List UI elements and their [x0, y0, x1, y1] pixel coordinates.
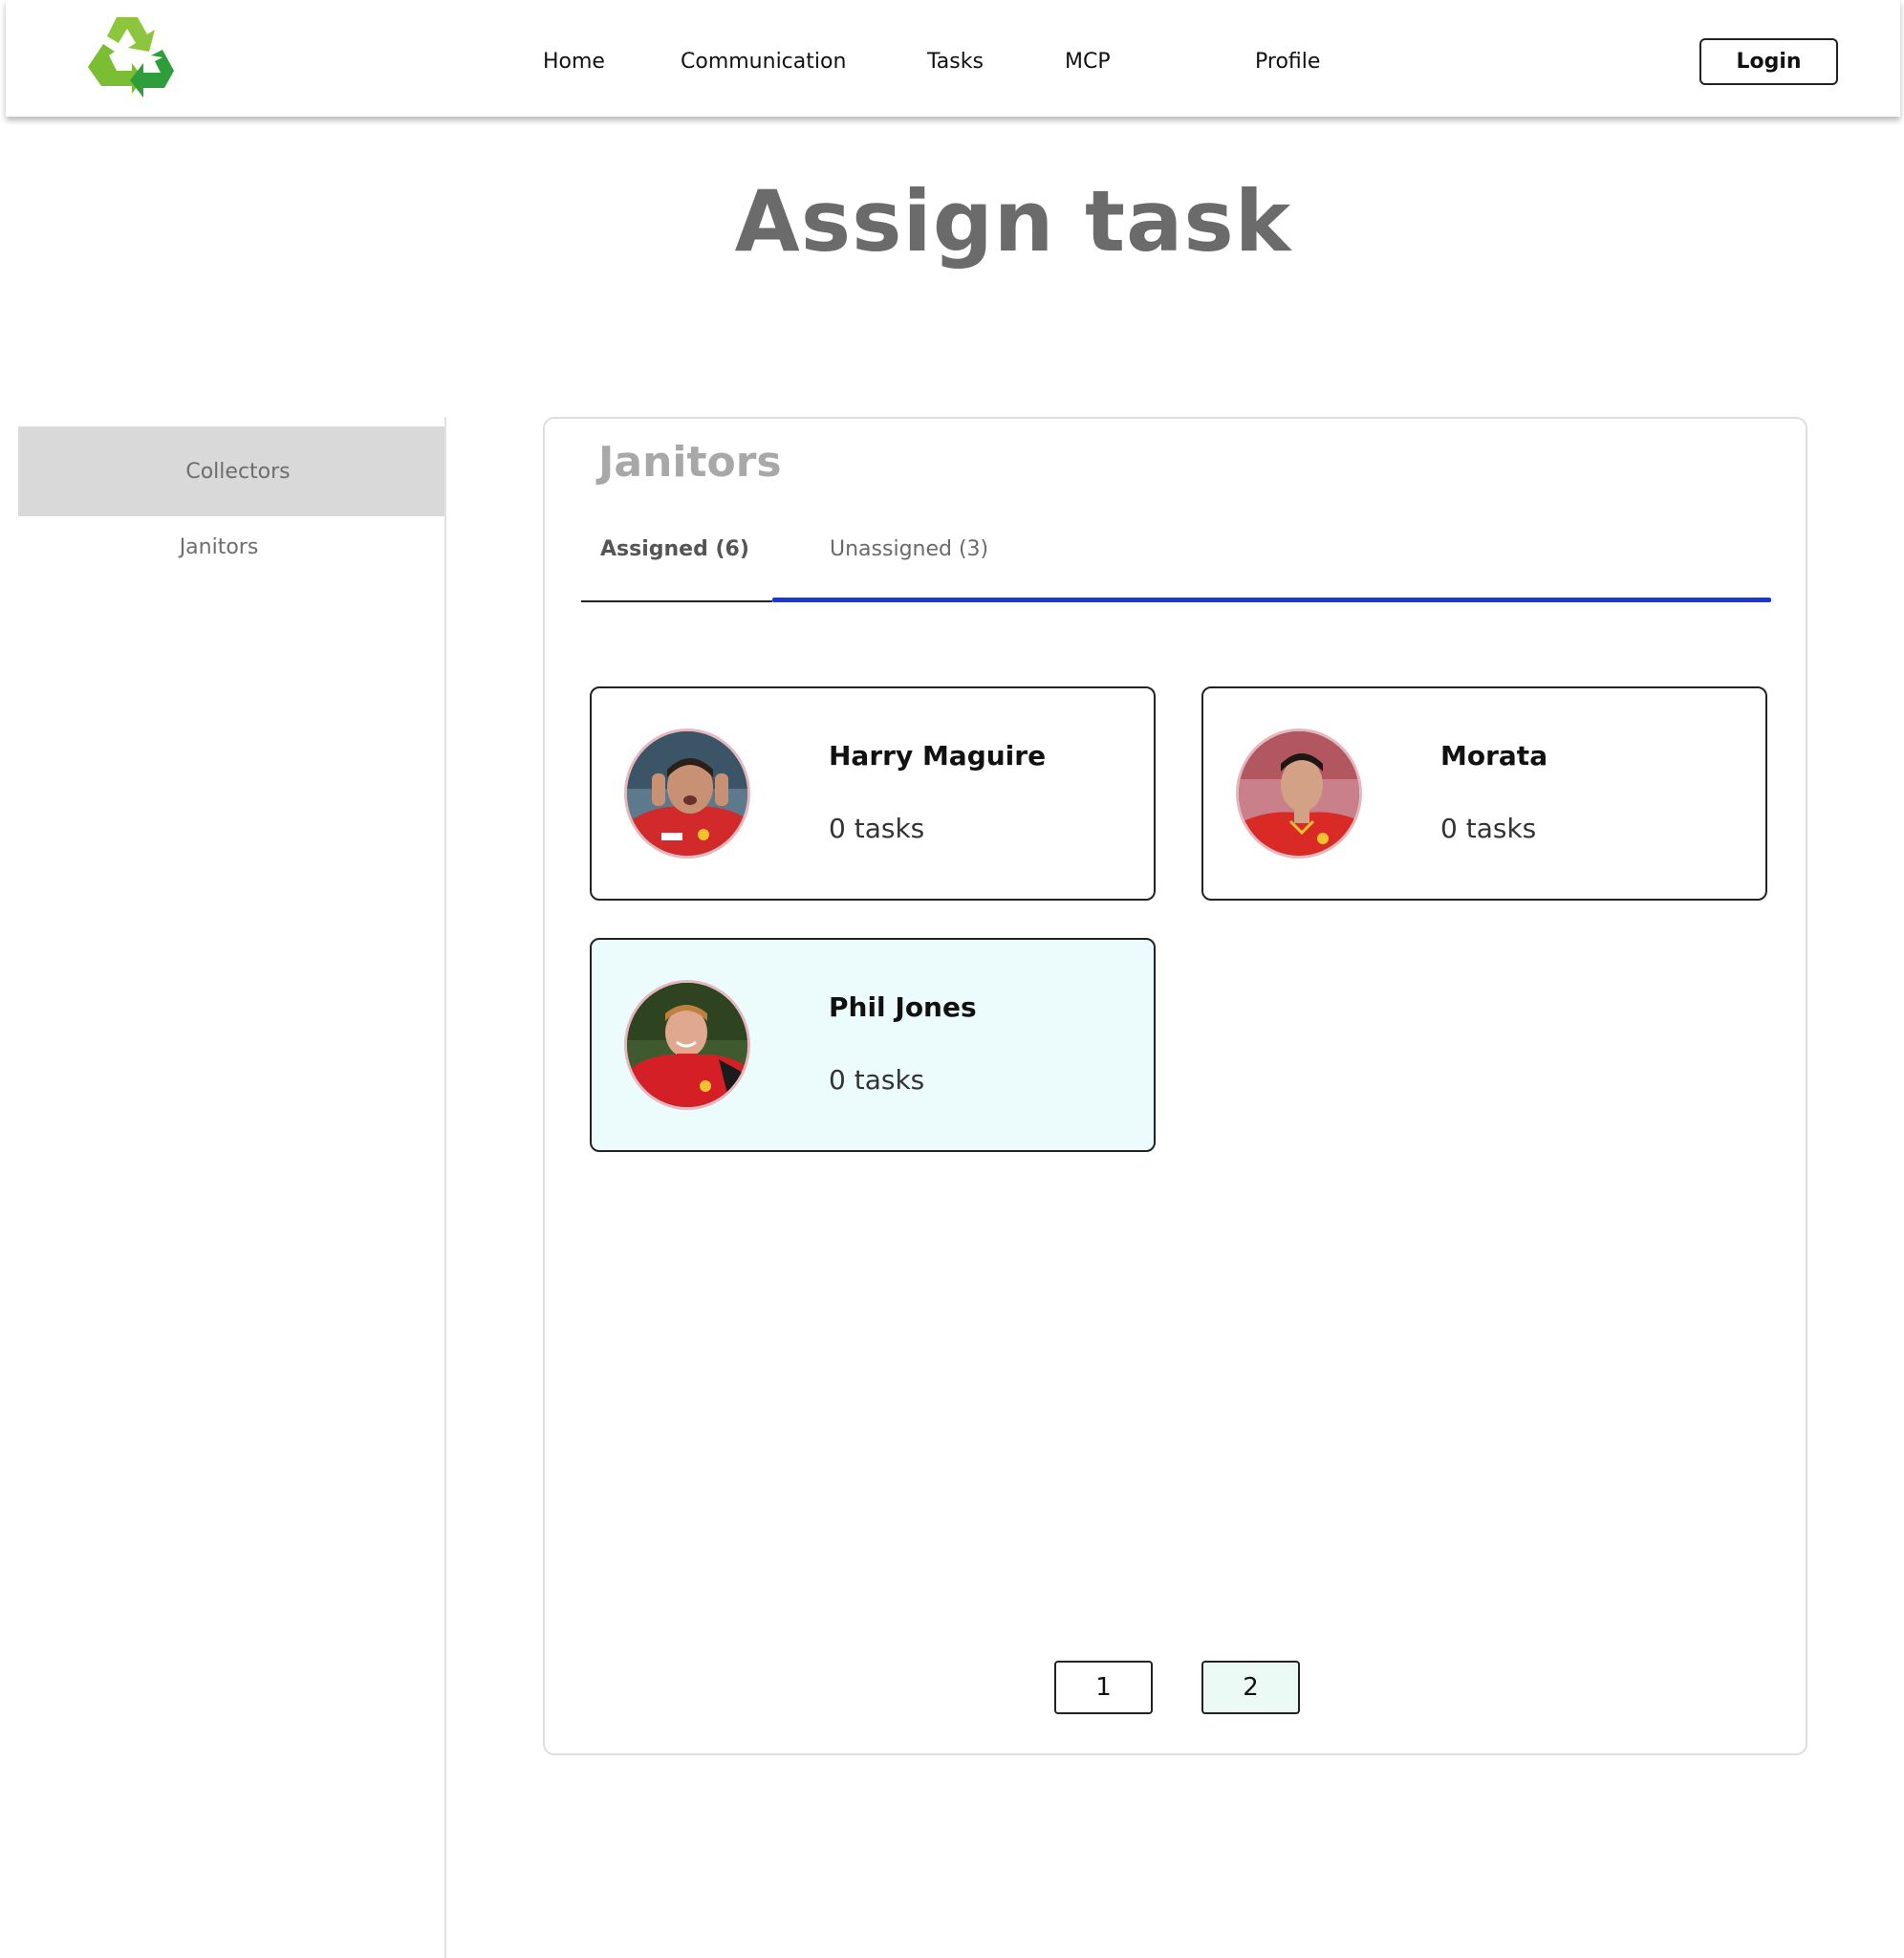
recycle-icon[interactable]: [82, 13, 178, 101]
avatar: [624, 980, 750, 1110]
janitor-task-count: 0 tasks: [1440, 813, 1537, 844]
sidebar-item-label: Janitors: [179, 534, 259, 559]
janitor-task-count: 0 tasks: [829, 813, 925, 844]
tab-active-indicator: [772, 598, 1771, 602]
janitor-name: Phil Jones: [829, 991, 977, 1023]
top-navbar: Home Communication Tasks MCP Profile Log…: [6, 0, 1900, 117]
page-2-button[interactable]: 2: [1201, 1661, 1300, 1714]
janitors-panel: Janitors Assigned (6) Unassigned (3) Har…: [543, 417, 1807, 1755]
avatar: [1236, 729, 1362, 859]
janitor-name: Harry Maguire: [829, 740, 1047, 772]
tab-divider: [581, 600, 772, 602]
janitor-task-count: 0 tasks: [829, 1064, 925, 1096]
janitor-name: Morata: [1440, 740, 1548, 772]
nav-mcp[interactable]: MCP: [1065, 50, 1111, 74]
login-button[interactable]: Login: [1699, 38, 1838, 85]
nav-tasks[interactable]: Tasks: [927, 50, 984, 74]
nav-home[interactable]: Home: [543, 50, 605, 74]
sidebar-item-janitors[interactable]: Janitors: [18, 516, 444, 577]
page-title: Assign task: [734, 172, 1292, 271]
sidebar: Collectors Janitors: [18, 417, 446, 1958]
tab-unassigned[interactable]: Unassigned (3): [830, 537, 988, 561]
sidebar-item-collectors[interactable]: Collectors: [18, 426, 444, 516]
nav-communication[interactable]: Communication: [681, 50, 846, 74]
janitor-card-harry-maguire[interactable]: Harry Maguire 0 tasks: [590, 686, 1156, 901]
nav-profile[interactable]: Profile: [1255, 50, 1320, 74]
panel-title: Janitors: [598, 438, 782, 487]
tab-assigned[interactable]: Assigned (6): [600, 537, 749, 561]
page-1-button[interactable]: 1: [1054, 1661, 1153, 1714]
sidebar-item-label: Collectors: [185, 459, 291, 484]
janitor-card-morata[interactable]: Morata 0 tasks: [1201, 686, 1767, 901]
avatar: [624, 729, 750, 859]
janitor-card-phil-jones[interactable]: Phil Jones 0 tasks: [590, 938, 1156, 1152]
